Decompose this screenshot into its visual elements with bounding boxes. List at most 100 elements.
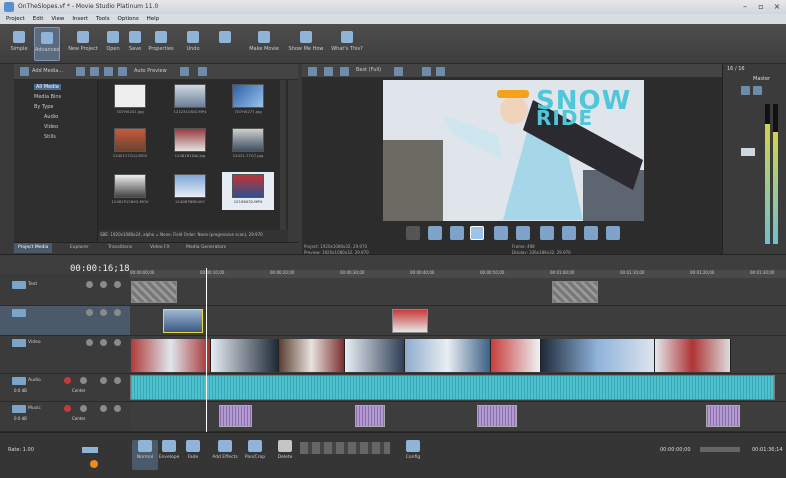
play-from-start-button[interactable]: [450, 226, 464, 240]
normal-edit-button[interactable]: Normal: [132, 440, 158, 470]
track-fx-icon[interactable]: [86, 281, 93, 288]
add-media-button[interactable]: Add Media...: [32, 68, 63, 74]
track-mute-icon[interactable]: [100, 281, 107, 288]
tree-item-by-type[interactable]: By Type: [34, 104, 53, 110]
media-thumb[interactable]: 7D7H0277.jpg: [226, 84, 270, 117]
minimize-button[interactable]: –: [738, 1, 752, 12]
menu-options[interactable]: Options: [118, 14, 139, 24]
video-clip[interactable]: [131, 339, 211, 372]
close-button[interactable]: ×: [770, 1, 784, 12]
envelope-button[interactable]: Envelope: [156, 440, 182, 470]
overlay-icon[interactable]: [394, 67, 403, 76]
menu-project[interactable]: Project: [6, 14, 25, 24]
save-snapshot-icon[interactable]: [436, 67, 445, 76]
view-icon[interactable]: [180, 67, 189, 76]
track-header-overlay[interactable]: [0, 306, 130, 336]
video-clip[interactable]: [211, 339, 279, 372]
previous-frame-button[interactable]: [584, 226, 598, 240]
refresh-icon[interactable]: [104, 67, 113, 76]
undo-button[interactable]: Undo: [180, 27, 206, 61]
play-preview-icon[interactable]: [118, 67, 127, 76]
menu-edit[interactable]: Edit: [33, 14, 44, 24]
media-thumb[interactable]: 12481B1DAi.jpg: [168, 128, 212, 161]
simple-button[interactable]: Simple: [6, 27, 32, 61]
import-icon[interactable]: [76, 67, 85, 76]
pause-button[interactable]: [494, 226, 508, 240]
zoom-slider[interactable]: [700, 447, 740, 452]
track-header-music[interactable]: Music 0.0 dB Center: [0, 402, 130, 432]
overlay-lane[interactable]: [130, 306, 786, 336]
preview-settings-icon[interactable]: [308, 67, 317, 76]
make-movie-button[interactable]: Make Movie: [248, 27, 280, 61]
play-button[interactable]: [470, 226, 484, 240]
properties-button[interactable]: Properties: [146, 27, 176, 61]
split-screen-icon[interactable]: [340, 67, 349, 76]
music-clip[interactable]: [477, 405, 517, 427]
track-mute-icon[interactable]: [100, 339, 107, 346]
media-thumb-selected[interactable]: 12156032.MP4: [222, 172, 274, 210]
preview-quality-select[interactable]: Best (Full): [356, 67, 381, 73]
track-solo-icon[interactable]: [114, 281, 121, 288]
add-media-icon[interactable]: [20, 67, 29, 76]
track-solo-icon[interactable]: [114, 309, 121, 316]
fade-button[interactable]: Fade: [180, 440, 206, 470]
track-header-text[interactable]: Text: [0, 278, 130, 306]
record-button[interactable]: [406, 226, 420, 240]
tree-item-all-media[interactable]: All Media: [34, 84, 61, 90]
config-button[interactable]: Config: [400, 440, 426, 470]
music-clip[interactable]: [219, 405, 252, 427]
tree-item-video[interactable]: Video: [44, 124, 58, 130]
media-thumb[interactable]: 7D7H0201.jpg: [108, 84, 152, 117]
auto-preview-toggle[interactable]: Auto Preview: [134, 68, 167, 74]
video-clip[interactable]: [491, 339, 541, 372]
tree-item-media-bins[interactable]: Media Bins: [34, 94, 61, 100]
track-fx-icon[interactable]: [80, 405, 87, 412]
whats-this-button[interactable]: What's This?: [330, 27, 364, 61]
track-header-video[interactable]: Video: [0, 336, 130, 374]
loop-button[interactable]: [428, 226, 442, 240]
media-thumb[interactable]: 121231GSIO.MP4: [168, 84, 212, 117]
go-to-end-button[interactable]: [562, 226, 576, 240]
stop-button[interactable]: [516, 226, 530, 240]
text-lane[interactable]: [130, 278, 786, 306]
add-effects-button[interactable]: Add Effects: [210, 440, 240, 470]
media-scrollbar[interactable]: [280, 80, 286, 230]
record-arm-icon[interactable]: [64, 405, 71, 412]
menu-tools[interactable]: Tools: [96, 14, 110, 24]
maximize-button[interactable]: ▫: [754, 1, 768, 12]
master-fader[interactable]: [741, 148, 755, 156]
rate-slider[interactable]: [82, 447, 98, 453]
music-clip[interactable]: [355, 405, 385, 427]
track-solo-icon[interactable]: [114, 339, 121, 346]
copy-snapshot-icon[interactable]: [422, 67, 431, 76]
overlay-clip[interactable]: [392, 309, 428, 333]
music-clip[interactable]: [706, 405, 740, 427]
pan-crop-button[interactable]: Pan/Crop: [242, 440, 268, 470]
tree-item-stills[interactable]: Stills: [44, 134, 56, 140]
record-arm-icon[interactable]: [64, 377, 71, 384]
track-solo-icon[interactable]: [114, 405, 121, 412]
edit-tools-strip[interactable]: [300, 442, 390, 454]
audio-clip-waveform[interactable]: [130, 375, 775, 400]
tab-video-fx[interactable]: Video FX: [146, 243, 174, 253]
search-icon[interactable]: [198, 67, 207, 76]
timeline-ruler[interactable]: 00:00:00;00 00:00:10;00 00:00:20;00 00:0…: [130, 270, 786, 278]
video-clip[interactable]: [655, 339, 731, 372]
track-header-audio[interactable]: Audio 0.0 dB Center: [0, 374, 130, 402]
tab-project-media[interactable]: Project Media: [14, 243, 53, 253]
video-clip[interactable]: [345, 339, 405, 372]
media-thumb[interactable]: 12421.77G7.jpg: [226, 128, 270, 161]
playhead-cursor[interactable]: [206, 268, 207, 432]
next-frame-button[interactable]: [606, 226, 620, 240]
track-mute-icon[interactable]: [100, 377, 107, 384]
track-solo-icon[interactable]: [114, 377, 121, 384]
media-thumb[interactable]: 1240B7NBY.AVC: [168, 174, 212, 207]
track-fx-icon[interactable]: [80, 377, 87, 384]
overlay-clip[interactable]: [163, 309, 203, 333]
text-clip[interactable]: [131, 281, 177, 303]
tab-explorer[interactable]: Explorer: [66, 243, 93, 253]
video-clip[interactable]: [279, 339, 345, 372]
tab-transitions[interactable]: Transitions: [104, 243, 136, 253]
track-mute-icon[interactable]: [100, 309, 107, 316]
delete-button[interactable]: Delete: [272, 440, 298, 470]
